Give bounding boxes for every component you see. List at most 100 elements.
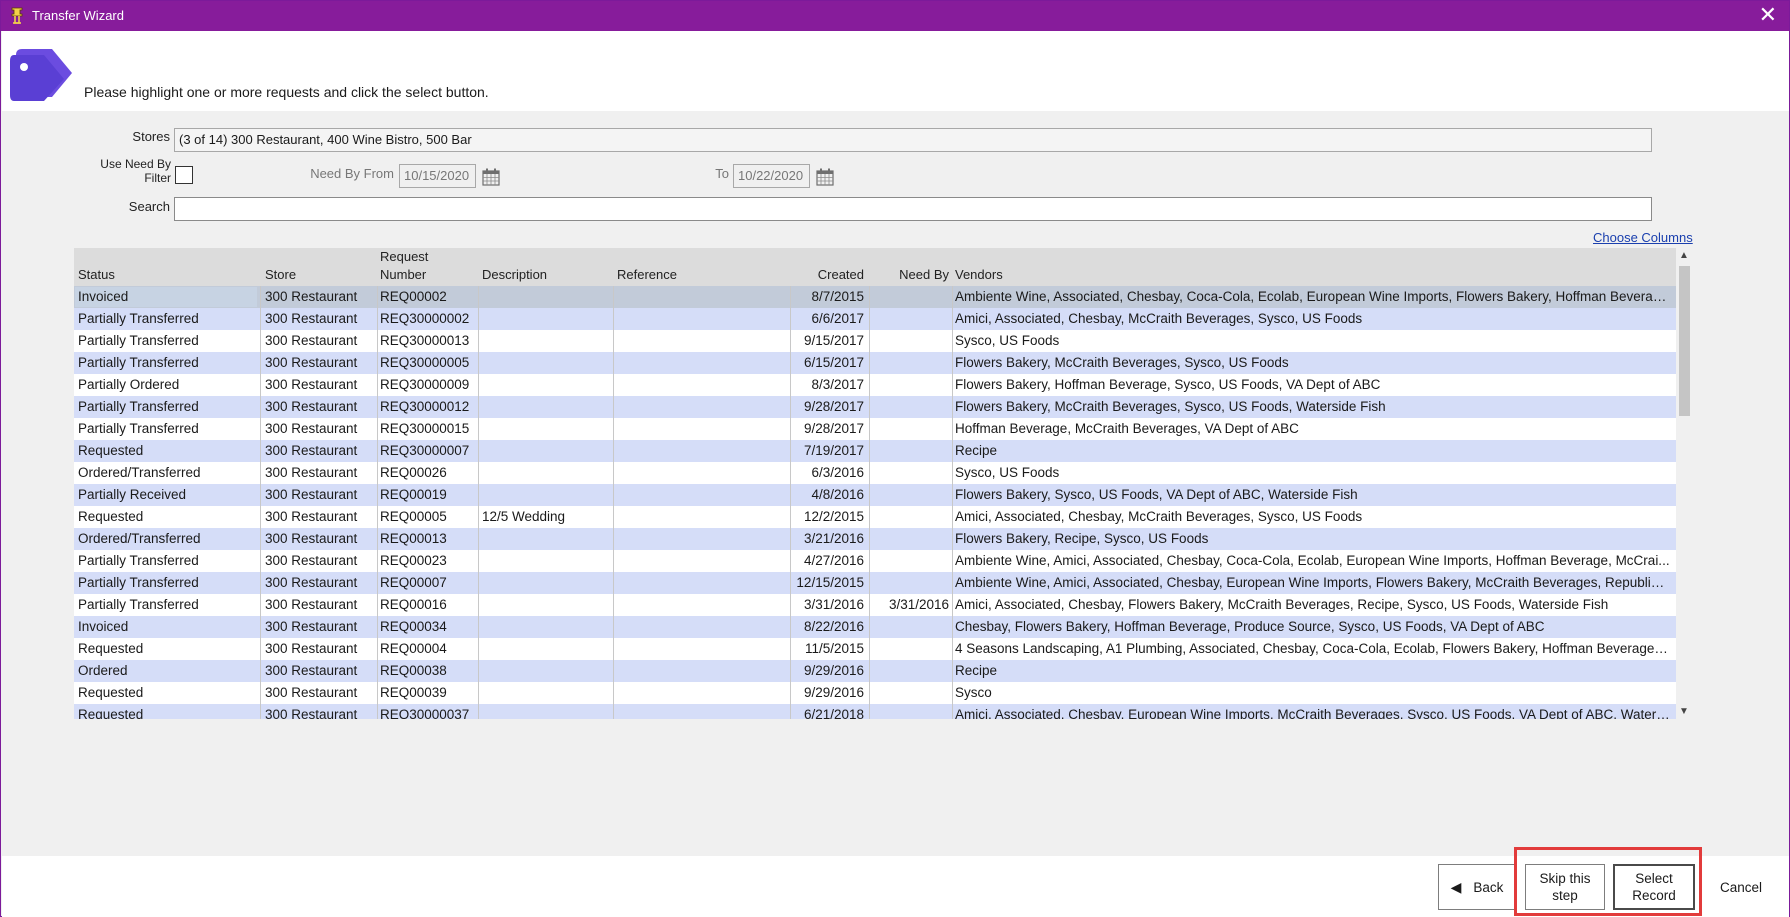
stores-field[interactable]: (3 of 14) 300 Restaurant, 400 Wine Bistr… [174, 128, 1652, 152]
cell-created: 8/7/2015 [811, 289, 864, 304]
cell-reference [617, 704, 787, 719]
column-divider [260, 572, 261, 594]
cancel-button[interactable]: Cancel [1703, 864, 1779, 910]
column-header-created[interactable]: Created [794, 266, 864, 284]
wizard-footer [2, 856, 1789, 917]
cell-created: 8/22/2016 [803, 619, 864, 634]
column-divider [478, 308, 479, 330]
cell-reference [617, 484, 787, 506]
column-header-need-by[interactable]: Need By [874, 266, 949, 284]
table-row[interactable]: Invoiced 300 Restaurant REQ00002 8/7/2015 Am… [74, 286, 1676, 308]
cell-vendors: Amici, Associated, Chesbay, European Win… [955, 707, 1670, 719]
column-divider [377, 594, 378, 616]
column-divider [478, 484, 479, 506]
cell-created: 4/27/2016 [803, 553, 864, 568]
calendar-icon[interactable] [816, 168, 834, 186]
cell-description [482, 462, 610, 484]
table-row[interactable]: Partially Transferred 300 Restaurant REQ00… [74, 594, 1676, 616]
column-divider [478, 286, 479, 308]
cell-reference [617, 660, 787, 682]
column-header-description[interactable]: Description [482, 266, 547, 284]
close-icon[interactable]: ✕ [1759, 3, 1777, 27]
table-row[interactable]: Partially Transferred 300 Restaurant REQ00… [74, 550, 1676, 572]
column-header-status[interactable]: Status [78, 266, 115, 284]
column-divider [478, 506, 479, 528]
column-divider [260, 638, 261, 660]
column-divider [377, 484, 378, 506]
table-row[interactable]: Partially Transferred 300 Restaurant REQ30… [74, 352, 1676, 374]
table-row[interactable]: Requested 300 Restaurant REQ00005 12/5 Wedd… [74, 506, 1676, 528]
cell-reference [617, 286, 787, 308]
cell-vendors: Flowers Bakery, Sysco, US Foods, VA Dept… [955, 487, 1358, 502]
price-tags-icon [10, 49, 72, 101]
column-divider [952, 440, 953, 462]
table-row[interactable]: Ordered 300 Restaurant REQ00038 9/29/2016 Re… [74, 660, 1676, 682]
column-divider [260, 594, 261, 616]
cell-created: 9/15/2017 [803, 333, 864, 348]
select-record-button[interactable]: Select Record [1613, 864, 1695, 910]
cell-store: 300 Restaurant [265, 553, 358, 568]
cell-status: Partially Transferred [78, 421, 199, 436]
scrollbar-thumb[interactable] [1679, 266, 1690, 416]
cell-store: 300 Restaurant [265, 465, 358, 480]
calendar-icon[interactable] [482, 168, 500, 186]
skip-this-step-button[interactable]: Skip this step [1525, 864, 1605, 910]
search-input[interactable] [174, 197, 1652, 221]
scroll-down-icon[interactable]: ▼ [1679, 706, 1689, 717]
column-header-request-number[interactable]: Request Number [380, 248, 428, 284]
column-divider [613, 484, 614, 506]
table-row[interactable]: Partially Transferred 300 Restaurant REQ30… [74, 330, 1676, 352]
cell-description [482, 418, 610, 440]
vertical-scrollbar[interactable]: ▲ ▼ [1676, 248, 1693, 719]
cell-description [482, 682, 610, 704]
cell-request-number: REQ00004 [380, 641, 447, 656]
column-divider [869, 440, 870, 462]
table-row[interactable]: Partially Transferred 300 Restaurant REQ30… [74, 418, 1676, 440]
column-divider [869, 352, 870, 374]
column-divider [613, 374, 614, 396]
request-number-header-line-1: Request [380, 249, 429, 264]
table-row[interactable]: Invoiced 300 Restaurant REQ00034 8/22/2016 C… [74, 616, 1676, 638]
table-row[interactable]: Requested 300 Restaurant REQ30000007 7/19/2… [74, 440, 1676, 462]
to-date-field[interactable]: 10/22/2020 [733, 164, 810, 188]
column-divider [869, 638, 870, 660]
table-row[interactable]: Partially Transferred 300 Restaurant REQ30… [74, 396, 1676, 418]
table-header: Status Store Request Number Description … [74, 248, 1676, 286]
cell-reference [617, 572, 787, 594]
column-divider [790, 550, 791, 572]
table-row[interactable]: Requested 300 Restaurant REQ30000037 6/21/2… [74, 704, 1676, 719]
column-divider [478, 418, 479, 440]
cell-vendors: Amici, Associated, Chesbay, McCraith Bev… [955, 509, 1363, 524]
cell-store: 300 Restaurant [265, 399, 358, 414]
cell-vendors: Flowers Bakery, Hoffman Beverage, Sysco,… [955, 377, 1381, 392]
table-row[interactable]: Requested 300 Restaurant REQ00004 11/5/2015… [74, 638, 1676, 660]
column-divider [613, 352, 614, 374]
back-button[interactable]: ◀ Back [1438, 864, 1516, 910]
table-row[interactable]: Partially Ordered 300 Restaurant REQ300000… [74, 374, 1676, 396]
cell-request-number: REQ30000007 [380, 443, 470, 458]
choose-columns-link[interactable]: Choose Columns [1593, 230, 1693, 245]
cell-need-by [874, 550, 949, 572]
column-header-store[interactable]: Store [265, 266, 296, 284]
column-divider [260, 374, 261, 396]
table-row[interactable]: Partially Transferred 300 Restaurant REQ00… [74, 572, 1676, 594]
cell-need-by [874, 330, 949, 352]
table-row[interactable]: Ordered/Transferred 300 Restaurant REQ0001… [74, 528, 1676, 550]
table-row[interactable]: Requested 300 Restaurant REQ00039 9/29/2016… [74, 682, 1676, 704]
scroll-up-icon[interactable]: ▲ [1679, 250, 1689, 261]
cell-created: 12/15/2015 [796, 575, 864, 590]
table-row[interactable]: Partially Received 300 Restaurant REQ00019… [74, 484, 1676, 506]
column-divider [478, 330, 479, 352]
cell-status: Ordered/Transferred [78, 531, 201, 546]
table-row[interactable]: Partially Transferred 300 Restaurant REQ30… [74, 308, 1676, 330]
column-header-vendors[interactable]: Vendors [955, 266, 1003, 284]
column-divider [790, 660, 791, 682]
cell-status: Partially Transferred [78, 597, 199, 612]
column-divider [869, 550, 870, 572]
table-row[interactable]: Ordered/Transferred 300 Restaurant REQ0002… [74, 462, 1676, 484]
cell-created: 9/28/2017 [803, 421, 864, 436]
column-header-reference[interactable]: Reference [617, 266, 677, 284]
need-by-from-field[interactable]: 10/15/2020 [399, 164, 476, 188]
cell-store: 300 Restaurant [265, 377, 358, 392]
use-need-by-filter-checkbox[interactable] [175, 166, 193, 184]
